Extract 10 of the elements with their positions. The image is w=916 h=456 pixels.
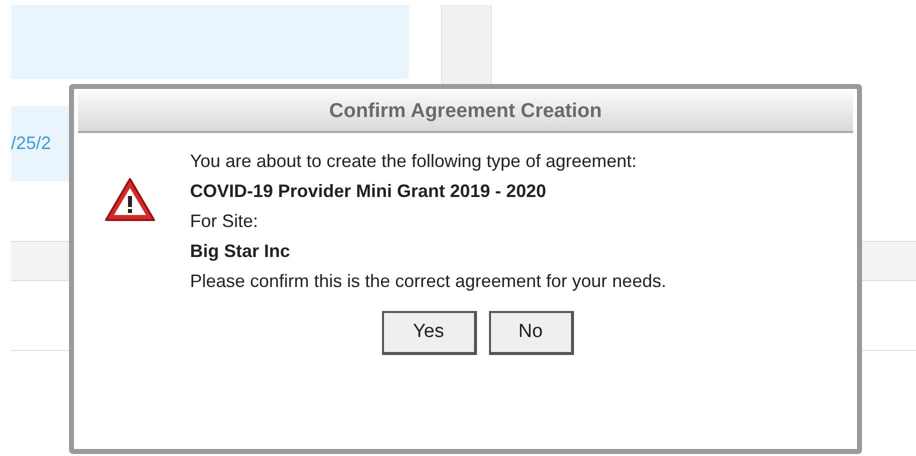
dialog-emphasis-text: Big Star Inc <box>190 241 292 261</box>
yes-button[interactable]: Yes <box>382 311 476 355</box>
warning-icon <box>104 177 156 223</box>
dialog-message: You are about to create the following type of agreement: <box>190 151 638 171</box>
dialog-title: Confirm Agreement Creation <box>329 99 602 124</box>
dialog-emphasis-text: COVID-19 Provider Mini Grant 2019 - 2020 <box>190 181 548 201</box>
dialog-message: For Site: <box>190 211 260 231</box>
date-text: /25/2 <box>11 132 52 155</box>
dialog-message: Please confirm this is the correct agreement for your needs. <box>190 271 668 291</box>
no-button[interactable]: No <box>488 311 574 355</box>
